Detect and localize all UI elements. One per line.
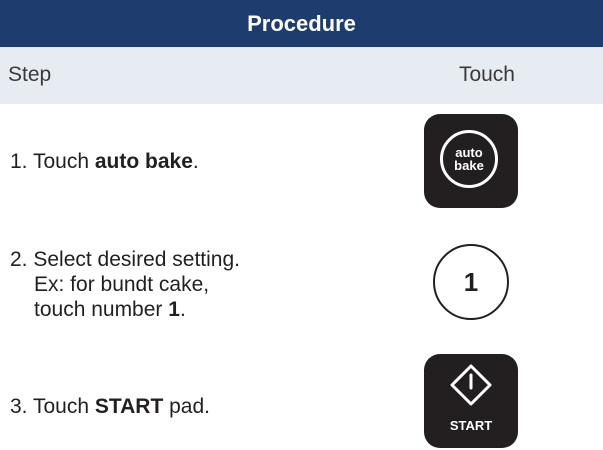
touch-column-label: Touch [458,63,515,86]
start-pad[interactable]: START [424,354,518,448]
step-2-line3-pre: touch number [34,298,169,321]
auto-bake-label-line2: bake [454,158,484,173]
step-2-line3: touch number 1. [10,297,240,322]
step-1-text: 1. Touch auto bake. [10,149,199,174]
step-3-text: 3. Touch START pad. [10,394,210,419]
step-2-number: 2. [10,248,28,271]
auto-bake-pad[interactable]: auto bake [424,114,518,208]
start-diamond-icon [450,364,492,406]
start-label: START [449,418,493,433]
step-2-line2: Ex: for bundt cake, [34,273,210,296]
step-2-line3-post: . [179,298,186,321]
step-2-line1: Select desired setting. [33,248,240,271]
column-header-row: Step Touch [0,47,603,104]
step-1-bold: auto bake [94,150,193,173]
number-1-pad[interactable]: 1 [433,244,509,320]
step-3-pre: Touch [32,395,95,418]
step-1-post: . [192,150,199,173]
procedure-title: Procedure [247,10,356,36]
step-1-number: 1. [10,150,28,173]
procedure-header: Procedure [0,0,603,47]
step-column-label: Step [8,63,52,86]
step-3-post: pad. [163,395,211,418]
number-1-label: 1 [463,266,479,297]
step-3-bold: START [94,395,164,418]
step-2-line3-bold: 1 [168,298,180,321]
step-1-pre: Touch [32,150,95,173]
step-2-text: 2. Select desired setting. Ex: for bundt… [10,247,240,322]
step-3-number: 3. [10,395,28,418]
auto-bake-ring: auto bake [440,130,498,188]
